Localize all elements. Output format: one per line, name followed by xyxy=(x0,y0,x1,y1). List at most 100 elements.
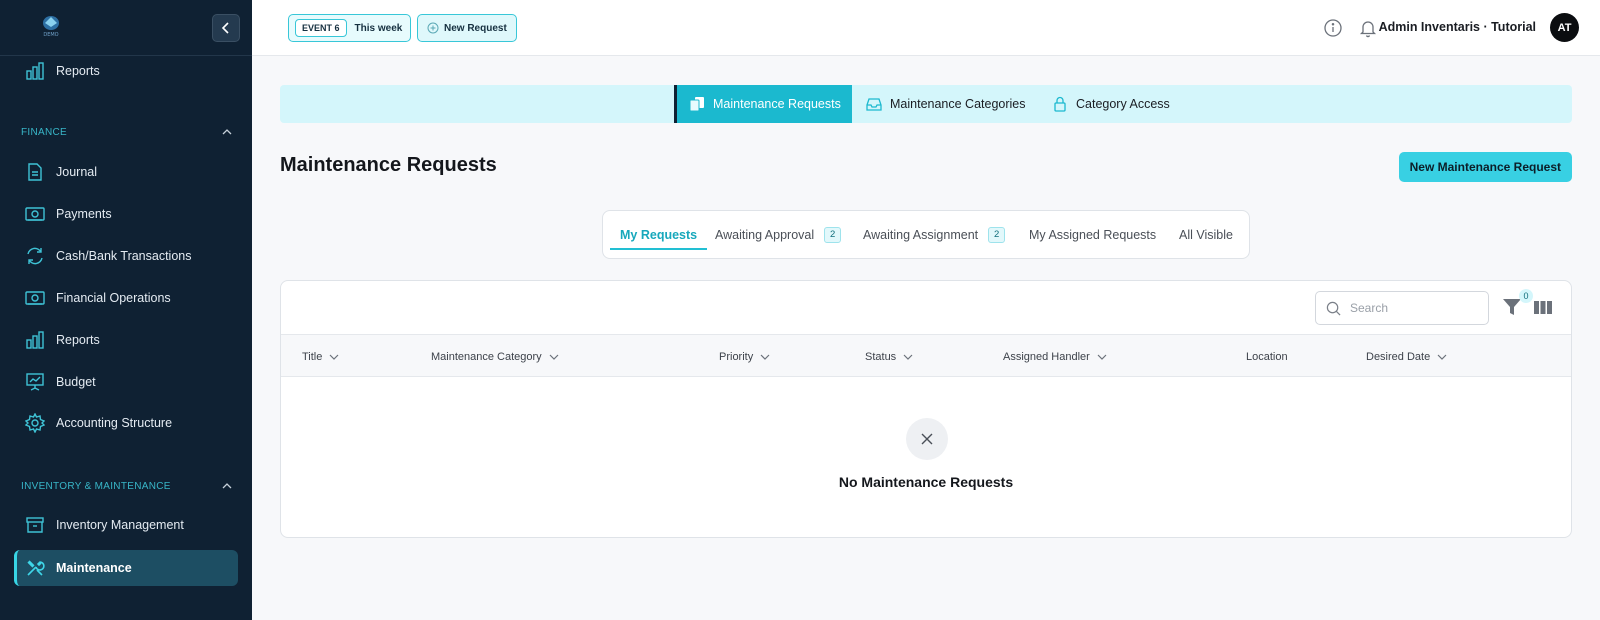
search-input[interactable] xyxy=(1350,301,1480,315)
section-inventory-toggle[interactable]: INVENTORY & MAINTENANCE xyxy=(21,478,232,494)
tab-label: Awaiting Approval xyxy=(715,227,815,242)
event-period: This week xyxy=(354,22,403,34)
tab-label: Maintenance Requests xyxy=(713,97,841,111)
sidebar-item-payments[interactable]: Payments xyxy=(14,196,238,232)
column-header-desired-date[interactable]: Desired Date xyxy=(1366,335,1448,378)
archive-icon xyxy=(26,517,44,533)
close-icon xyxy=(921,433,933,445)
sidebar-item-financial-operations[interactable]: Financial Operations xyxy=(14,280,238,316)
module-nav: Maintenance Requests Maintenance Categor… xyxy=(280,85,1572,123)
collapse-sidebar-button[interactable] xyxy=(212,14,240,42)
cash-icon xyxy=(25,207,45,221)
sidebar-item-maintenance[interactable]: Maintenance xyxy=(14,550,238,586)
sidebar-item-label: Journal xyxy=(56,165,97,179)
request-filter-tabs: My Requests Awaiting Approval 2 Awaiting… xyxy=(602,210,1250,259)
topbar: EVENT 6 This week New Request Admin Inve… xyxy=(252,0,1600,56)
sidebar-item-label: Cash/Bank Transactions xyxy=(56,249,192,263)
document-icon xyxy=(28,163,42,181)
event-selector[interactable]: EVENT 6 This week xyxy=(288,14,412,42)
new-request-button[interactable]: New Request xyxy=(417,14,517,42)
column-header-priority[interactable]: Priority xyxy=(719,335,771,378)
column-header-assigned-handler[interactable]: Assigned Handler xyxy=(1003,335,1108,378)
empty-state-message: No Maintenance Requests xyxy=(838,474,1014,490)
plus-circle-icon xyxy=(427,22,439,34)
column-label: Assigned Handler xyxy=(1003,350,1090,363)
chevron-up-icon xyxy=(222,483,232,489)
inbox-icon xyxy=(866,98,882,111)
sidebar-item-inventory-management[interactable]: Inventory Management xyxy=(14,507,238,543)
event-tag: EVENT 6 xyxy=(295,19,347,37)
sidebar-item-label: Inventory Management xyxy=(56,518,184,532)
cash-icon xyxy=(25,291,45,305)
filter-count-badge: 0 xyxy=(1519,289,1533,303)
chevron-up-icon xyxy=(222,129,232,135)
sidebar-item-label: Reports xyxy=(56,64,100,78)
tools-icon xyxy=(27,560,45,576)
presentation-icon xyxy=(26,373,44,391)
tab-label: Category Access xyxy=(1076,97,1170,111)
column-label: Status xyxy=(865,350,897,363)
column-header-status[interactable]: Status xyxy=(865,335,914,378)
search-icon xyxy=(1326,301,1341,315)
sidebar-item-cash-bank-transactions[interactable]: Cash/Bank Transactions xyxy=(14,238,238,274)
sidebar-item-journal[interactable]: Journal xyxy=(14,154,238,190)
column-label: Maintenance Category xyxy=(431,350,542,363)
section-title: INVENTORY & MAINTENANCE xyxy=(21,480,171,492)
lock-icon xyxy=(1054,96,1066,112)
bar-chart-icon xyxy=(26,62,44,80)
tab-my-assigned-requests[interactable]: My Assigned Requests xyxy=(1029,211,1156,258)
tab-category-access[interactable]: Category Access xyxy=(1052,85,1170,123)
column-header-maintenance-category[interactable]: Maintenance Category xyxy=(431,335,560,378)
gear-icon xyxy=(25,413,45,433)
bar-chart-icon xyxy=(26,331,44,349)
bell-icon[interactable] xyxy=(1358,18,1378,38)
sidebar-item-reports-top[interactable]: Reports xyxy=(14,53,238,89)
avatar[interactable]: AT xyxy=(1550,13,1579,42)
company-logo: DEMO xyxy=(43,16,59,38)
chevron-down-icon xyxy=(329,354,339,360)
column-label: Priority xyxy=(719,350,754,363)
sidebar-item-accounting-structure[interactable]: Accounting Structure xyxy=(14,405,238,441)
chevron-down-icon xyxy=(903,354,913,360)
sidebar-item-reports[interactable]: Reports xyxy=(14,322,238,358)
chevron-down-icon xyxy=(1437,354,1447,360)
table-header: Title Maintenance Category Priority Stat… xyxy=(281,334,1571,377)
user-name[interactable]: Admin Inventaris · Tutorial xyxy=(1379,20,1536,34)
section-finance-toggle[interactable]: FINANCE xyxy=(21,124,232,140)
info-icon[interactable] xyxy=(1323,18,1343,38)
empty-state-icon xyxy=(906,418,948,460)
section-title: FINANCE xyxy=(21,126,67,138)
new-request-label: New Request xyxy=(444,22,507,34)
sidebar-item-label: Reports xyxy=(56,333,100,347)
sidebar: DEMO Reports FINANCE Journal Payments Ca… xyxy=(0,0,252,620)
sidebar-item-label: Accounting Structure xyxy=(56,416,173,430)
count-badge: 2 xyxy=(824,226,842,243)
column-header-location: Location xyxy=(1246,335,1288,378)
tab-label: Awaiting Assignment xyxy=(863,227,979,242)
chevron-down-icon xyxy=(549,354,559,360)
search-box[interactable] xyxy=(1315,291,1489,325)
column-header-title[interactable]: Title xyxy=(302,335,340,378)
count-badge: 2 xyxy=(988,226,1006,243)
columns-icon[interactable] xyxy=(1533,296,1553,318)
refresh-icon xyxy=(27,247,43,265)
tab-all-visible[interactable]: All Visible xyxy=(1179,211,1233,258)
sidebar-item-label: Maintenance xyxy=(56,561,132,575)
tab-label: My Assigned Requests xyxy=(1029,227,1157,242)
column-label: Title xyxy=(302,350,323,363)
sidebar-item-label: Payments xyxy=(56,207,112,221)
tab-maintenance-requests[interactable]: Maintenance Requests xyxy=(674,85,852,123)
sidebar-item-label: Budget xyxy=(56,375,96,389)
tab-my-requests[interactable]: My Requests xyxy=(609,211,708,258)
tab-maintenance-categories[interactable]: Maintenance Categories xyxy=(866,85,1026,123)
tab-awaiting-approval[interactable]: Awaiting Approval 2 xyxy=(715,211,842,258)
svg-text:DEMO: DEMO xyxy=(43,32,58,38)
sidebar-item-budget[interactable]: Budget xyxy=(14,364,238,400)
tab-awaiting-assignment[interactable]: Awaiting Assignment 2 xyxy=(863,211,1006,258)
tab-label: My Requests xyxy=(620,227,698,242)
column-label: Location xyxy=(1246,350,1288,363)
sidebar-header: DEMO xyxy=(0,0,252,56)
tab-label: Maintenance Categories xyxy=(890,97,1026,111)
chevron-down-icon xyxy=(1097,354,1107,360)
new-maintenance-request-button[interactable]: New Maintenance Request xyxy=(1398,152,1572,182)
